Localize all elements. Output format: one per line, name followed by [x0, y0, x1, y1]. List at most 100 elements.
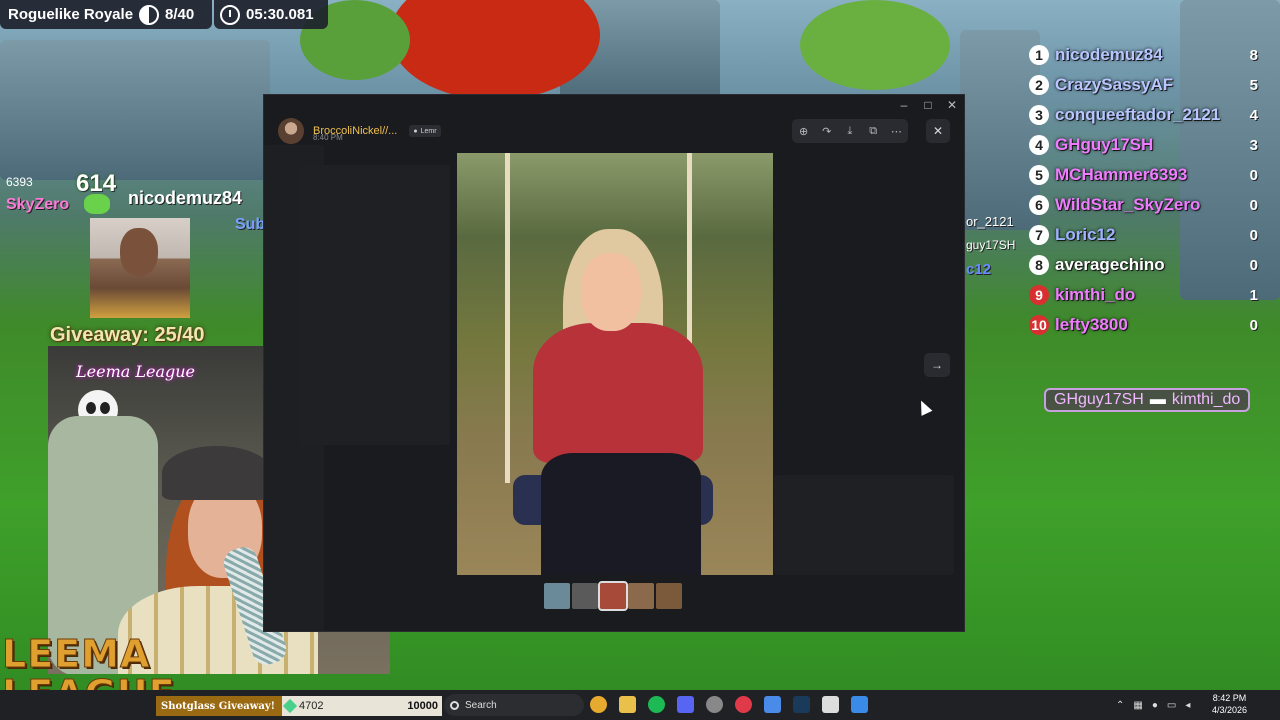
notepad-icon[interactable] [851, 696, 868, 713]
leaderboard-score: 0 [1249, 196, 1258, 214]
leaderboard-rank: 1 [1029, 45, 1049, 65]
leaderboard-row: 6 WildStar_SkyZero 0 [1028, 190, 1268, 220]
volume-icon[interactable]: ◂ [1185, 700, 1190, 711]
leaderboard-row: 2 CrazySassyAF 5 [1028, 70, 1268, 100]
leaderboard-rank: 8 [1029, 255, 1049, 275]
next-image-button[interactable]: → [924, 353, 950, 377]
cliff [0, 40, 270, 180]
leaderboard-name: nicodemuz84 [1055, 45, 1163, 64]
close-window-button[interactable]: ✕ [940, 95, 964, 115]
gear-icon[interactable] [706, 696, 723, 713]
app-icon[interactable] [764, 696, 781, 713]
minimize-button[interactable]: – [892, 95, 916, 115]
close-viewer-button[interactable]: ✕ [926, 119, 950, 143]
open-icon[interactable]: ⧉ [864, 125, 882, 138]
leaderboard-rank: 6 [1029, 195, 1049, 215]
game-timer: 05:30.081 [246, 6, 314, 23]
leaderboard-score: 5 [1249, 76, 1258, 94]
viewer-header: BroccoliNickel//... 8:40 PM ● Lemr [278, 117, 441, 145]
leaderboard-score: 0 [1249, 226, 1258, 244]
partial-player-number: 6393 [6, 175, 33, 189]
viewer-timestamp: 8:40 PM [313, 133, 343, 142]
gem-icon [282, 698, 298, 714]
leaderboard-score: 0 [1249, 316, 1258, 334]
shotglass-goal: 10000 [407, 700, 438, 712]
viewer-toolbar: ⊕ ↷ ⤓ ⧉ ⋯ [792, 119, 908, 143]
thumbnail-strip [544, 581, 682, 611]
forward-icon[interactable]: ↷ [818, 125, 836, 138]
leaderboard-row: 7 Loric12 0 [1028, 220, 1268, 250]
leaderboard-row: 10 lefty3800 0 [1028, 310, 1268, 340]
gun-icon: ▬ [1149, 391, 1166, 408]
thumbnail[interactable] [544, 583, 570, 609]
shotglass-giveaway-bar: Shotglass Giveaway! 4702 10000 [156, 696, 442, 716]
player-tag: 614 nicodemuz84 [72, 170, 266, 320]
leaderboard-name: conqueeftador_2121 [1055, 105, 1221, 124]
leaderboard: 1 nicodemuz84 8 2 CrazySassyAF 5 3 conqueeftado… [1028, 40, 1268, 340]
leaderboard-name: WildStar_SkyZero [1055, 195, 1201, 214]
leaderboard-row: 3 conqueeftador_2121 4 [1028, 100, 1268, 130]
green-tree [800, 0, 950, 90]
leaderboard-row: 1 nicodemuz84 8 [1028, 40, 1268, 70]
leaderboard-score: 4 [1249, 106, 1258, 124]
leaderboard-score: 8 [1249, 46, 1258, 64]
partial-player-name: or_2121 [966, 214, 1014, 229]
partial-player-name: SkyZero [6, 196, 70, 213]
players-icon [139, 4, 160, 25]
user-avatar[interactable] [278, 118, 304, 144]
taskbar-search[interactable]: Search [444, 694, 584, 716]
leaderboard-name: GHguy17SH [1055, 135, 1154, 154]
search-icon [450, 700, 459, 710]
steam-icon[interactable] [793, 696, 810, 713]
zoom-icon[interactable]: ⊕ [795, 125, 813, 138]
app-icon[interactable] [822, 696, 839, 713]
leaderboard-row: 8 averagechino 0 [1028, 250, 1268, 280]
giveaway-counter: Giveaway: 25/40 [50, 324, 205, 346]
maximize-button[interactable]: □ [916, 95, 940, 115]
leaderboard-score: 3 [1249, 136, 1258, 154]
leaderboard-rank: 10 [1029, 315, 1049, 335]
partial-player-name: c12 [966, 261, 992, 278]
leaderboard-name: averagechino [1055, 255, 1165, 274]
more-icon[interactable]: ⋯ [887, 125, 905, 138]
frog-icon [84, 194, 110, 214]
leaderboard-score: 0 [1249, 166, 1258, 184]
kill-feed-attacker: GHguy17SH [1054, 391, 1144, 408]
discord-icon[interactable] [677, 696, 694, 713]
mic-icon[interactable]: ● [1152, 700, 1158, 711]
leaderboard-rank: 2 [1029, 75, 1049, 95]
game-status-hud: Roguelike Royale 8/40 [0, 0, 212, 29]
leaderboard-rank: 7 [1029, 225, 1049, 245]
leaderboard-row: 5 MCHammer6393 0 [1028, 160, 1268, 190]
thumbnail[interactable] [572, 583, 598, 609]
download-icon[interactable]: ⤓ [841, 125, 859, 138]
leaderboard-rank: 9 [1029, 285, 1049, 305]
chevron-up-icon[interactable]: ⌃ [1116, 700, 1124, 711]
chrome-icon[interactable] [590, 696, 607, 713]
leaderboard-score: 1 [1249, 286, 1258, 304]
leaderboard-rank: 3 [1029, 105, 1049, 125]
kill-feed: GHguy17SH ▬ kimthi_do [1044, 388, 1251, 412]
partial-player-name: guy17SH [966, 238, 1016, 252]
leaderboard-name: Loric12 [1055, 225, 1116, 244]
shotglass-label: Shotglass Giveaway! [156, 696, 282, 716]
thumbnail-selected[interactable] [598, 581, 628, 611]
leaderboard-rank: 4 [1029, 135, 1049, 155]
game-title: Roguelike Royale [8, 6, 134, 23]
folder-icon[interactable] [619, 696, 636, 713]
player-name: nicodemuz84 [128, 188, 243, 208]
clock-icon [220, 4, 240, 25]
spotify-icon[interactable] [648, 696, 665, 713]
thumbnail[interactable] [628, 583, 654, 609]
display-icon[interactable]: ▭ [1167, 700, 1176, 711]
shotglass-current: 4702 [299, 700, 324, 712]
network-icon[interactable]: ▦ [1133, 700, 1142, 711]
leaderboard-name: kimthi_do [1055, 285, 1136, 304]
taskbar-clock[interactable]: 8:42 PM 4/3/2026 [1212, 692, 1247, 716]
controller-icon: ● [413, 127, 418, 135]
leaderboard-score: 0 [1249, 256, 1258, 274]
game-timer-hud: 05:30.081 [214, 0, 328, 29]
system-tray: ⌃ ▦ ● ▭ ◂ [1116, 693, 1190, 717]
app-icon[interactable] [735, 696, 752, 713]
thumbnail[interactable] [656, 583, 682, 609]
